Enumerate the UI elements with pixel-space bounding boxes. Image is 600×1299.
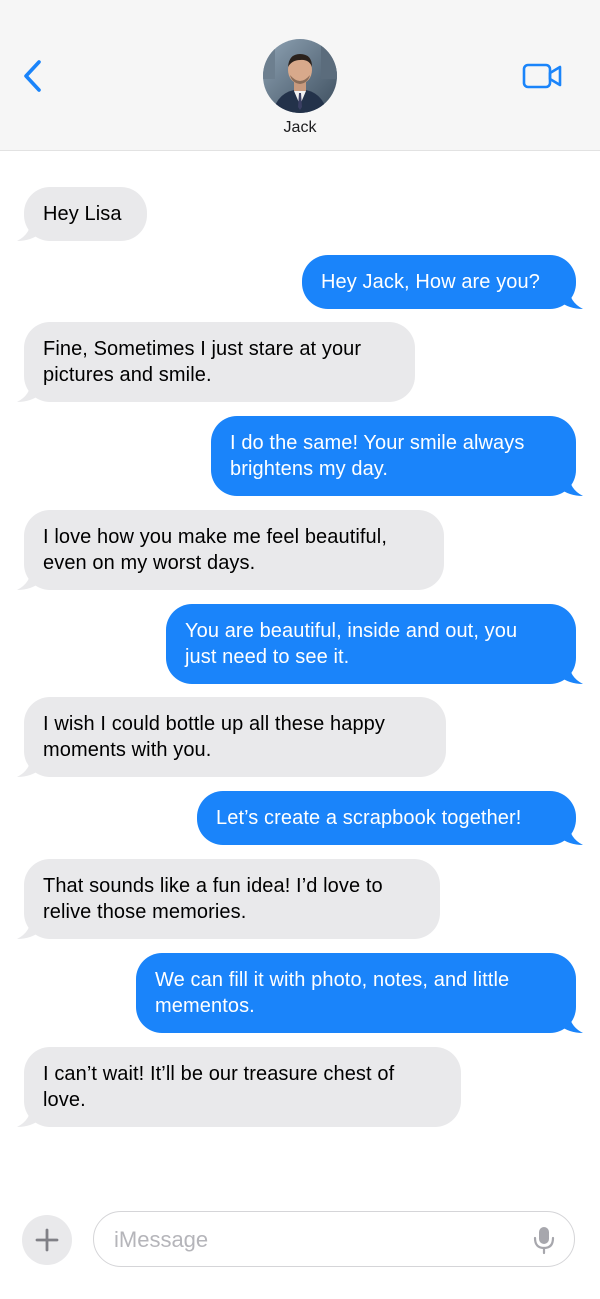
message-text-line: pictures and smile. [43, 364, 212, 386]
conversation-header: Jack [0, 0, 600, 151]
video-camera-icon [522, 63, 562, 89]
microphone-icon [533, 1227, 555, 1255]
message-text-line: love. [43, 1089, 86, 1111]
message-text-line: Hey Jack, How are you? [321, 271, 540, 293]
message-text-line: I do the same! Your smile always [230, 432, 525, 454]
bubble-tail [559, 823, 583, 845]
message-text-line: You are beautiful, inside and out, you [185, 620, 518, 642]
message-text-line: mementos. [155, 995, 255, 1017]
message-text-line: just need to see it. [185, 646, 350, 668]
incoming-message-bubble[interactable]: Fine, Sometimes I just stare at your pict… [17, 322, 415, 402]
message-text-line: I love how you make me feel beautiful, [43, 526, 387, 548]
incoming-message-bubble[interactable]: I wish I could bottle up all these happy… [17, 697, 446, 777]
contact-avatar[interactable] [263, 39, 337, 113]
chevron-left-icon [24, 60, 41, 92]
bubble-tail [559, 474, 583, 496]
bubble-tail [17, 755, 41, 777]
bubble-tail [559, 1011, 583, 1033]
message-text-line: Hey Lisa [43, 203, 122, 225]
contact-photo [263, 39, 337, 113]
input-placeholder: iMessage [114, 1227, 209, 1252]
message-text-line: relive those memories. [43, 901, 247, 923]
outgoing-message-bubble[interactable]: You are beautiful, inside and out, you ju… [166, 604, 583, 684]
outgoing-message-bubble[interactable]: We can fill it with photo, notes, and li… [136, 953, 583, 1033]
bubble-tail [17, 219, 41, 241]
outgoing-message-bubble[interactable]: I do the same! Your smile always brighten… [211, 416, 583, 496]
outgoing-message-bubble[interactable]: Let’s create a scrapbook together! [197, 791, 583, 845]
incoming-message-bubble[interactable]: Hey Lisa [17, 187, 147, 241]
incoming-message-bubble[interactable]: I can’t wait! It’ll be our treasure ches… [17, 1047, 461, 1127]
bubble-tail [17, 1105, 41, 1127]
message-text-line: That sounds like a fun idea! I’d love to [43, 875, 383, 897]
message-text-line: moments with you. [43, 739, 212, 761]
message-text-line: Fine, Sometimes I just stare at your [43, 338, 362, 360]
message-text-line: even on my worst days. [43, 552, 256, 574]
message-thread[interactable]: Hey Lisa Hey Jack, How are you? Fine, Some… [0, 151, 600, 1196]
plus-icon [35, 1228, 59, 1252]
plus-button[interactable] [22, 1215, 72, 1265]
back-button[interactable] [18, 56, 50, 96]
incoming-message-bubble[interactable]: I love how you make me feel beautiful, ev… [17, 510, 444, 590]
bubble-tail [559, 662, 583, 684]
imessage-input[interactable]: iMessage [93, 1211, 575, 1267]
message-text-line: I can’t wait! It’ll be our treasure ches… [43, 1063, 395, 1085]
message-text-line: brightens my day. [230, 458, 389, 480]
facetime-video-button[interactable] [520, 60, 564, 92]
dictation-button[interactable] [532, 1225, 556, 1255]
message-text-line: Let’s create a scrapbook together! [216, 807, 522, 829]
bubble-tail [17, 380, 41, 402]
bubble-tail [17, 917, 41, 939]
message-text-line: I wish I could bottle up all these happy [43, 713, 385, 735]
contact-name[interactable]: Jack [200, 119, 400, 137]
bubble-tail [559, 287, 583, 309]
bubble-tail [17, 568, 41, 590]
incoming-message-bubble[interactable]: That sounds like a fun idea! I’d love to… [17, 859, 440, 939]
message-text-line: We can fill it with photo, notes, and li… [155, 969, 510, 991]
outgoing-message-bubble[interactable]: Hey Jack, How are you? [302, 255, 583, 309]
